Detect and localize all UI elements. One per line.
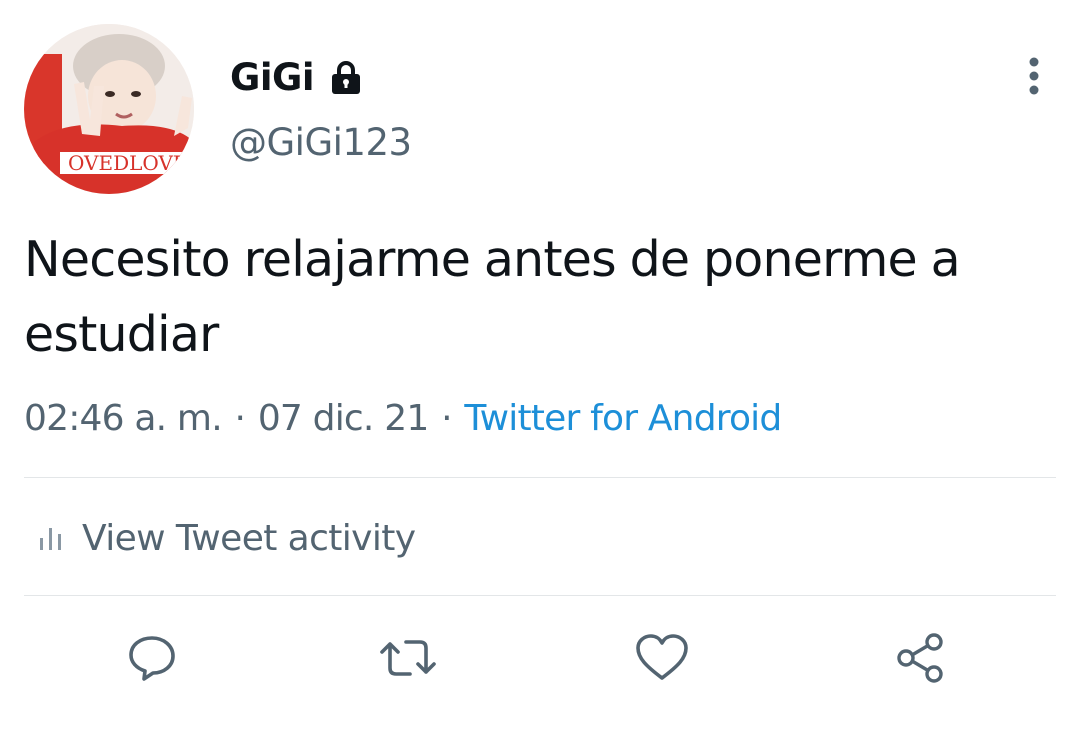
- more-options-button[interactable]: [1010, 52, 1058, 100]
- display-name[interactable]: GiGi: [230, 56, 315, 99]
- view-tweet-activity-label: View Tweet activity: [82, 517, 416, 559]
- meta-separator: ·: [441, 398, 452, 439]
- like-button[interactable]: [632, 628, 692, 688]
- author-name-row: GiGi: [230, 52, 364, 102]
- divider: [24, 477, 1056, 478]
- retweet-button[interactable]: [378, 628, 438, 688]
- tweet-date: 07 dic. 21: [257, 398, 429, 439]
- vertical-dots-icon: [1029, 57, 1039, 95]
- speech-bubble-icon: [129, 636, 175, 681]
- avatar-image: OVEDLOVE: [24, 24, 194, 194]
- tweet-text: Necesito relajarme antes de ponerme a es…: [24, 231, 961, 363]
- reply-button[interactable]: [122, 628, 182, 688]
- heart-icon: [636, 634, 688, 680]
- user-handle[interactable]: @GiGi123: [230, 121, 412, 164]
- tweet-source-link[interactable]: Twitter for Android: [464, 398, 782, 439]
- divider: [24, 595, 1056, 596]
- view-tweet-activity-button[interactable]: View Tweet activity: [24, 510, 416, 566]
- avatar[interactable]: OVEDLOVE: [24, 24, 194, 194]
- lock-icon: [328, 59, 364, 95]
- avatar-shirt-text: OVEDLOVE: [68, 151, 188, 175]
- meta-separator: ·: [234, 398, 246, 439]
- retweet-arrows-icon: [380, 640, 436, 676]
- tweet-metadata: 02:46 a. m. · 07 dic. 21 · Twitter for A…: [24, 392, 782, 446]
- share-button[interactable]: [890, 628, 950, 688]
- bar-chart-icon: [40, 528, 61, 550]
- tweet-time: 02:46 a. m.: [24, 398, 223, 439]
- share-nodes-icon: [897, 633, 943, 683]
- tweet-detail: OVEDLOVE GiGi @GiGi123 Necesito relajarm…: [0, 0, 1080, 734]
